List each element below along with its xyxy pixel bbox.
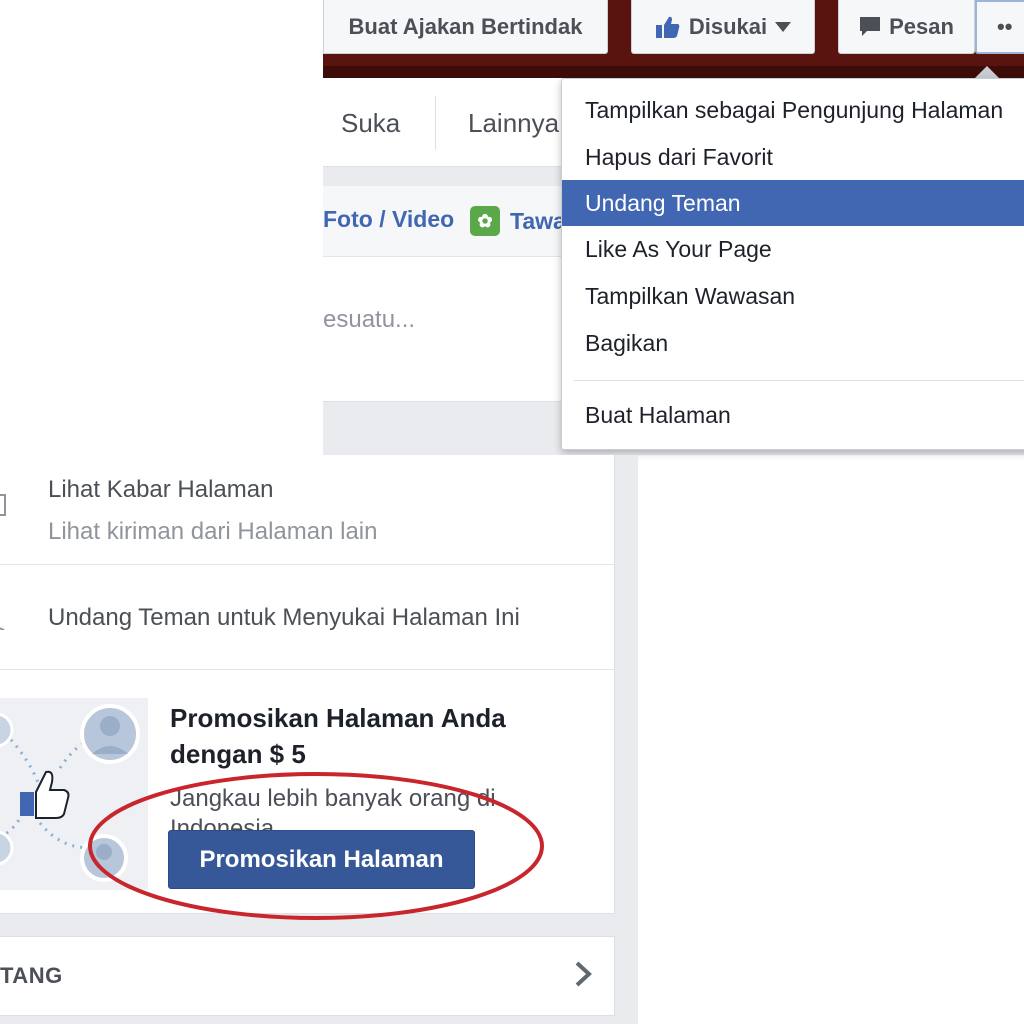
promote-page-button[interactable]: Promosikan Halaman [168,830,475,889]
chevron-right-icon [575,961,592,987]
message-button[interactable]: Pesan [838,0,975,54]
menu-item-create-page[interactable]: Buat Halaman [562,392,1024,438]
promote-page-label: Promosikan Halaman [199,845,444,873]
more-options-button[interactable]: •• [975,0,1024,54]
tab-divider [435,96,436,150]
menu-item-remove-favorite[interactable]: Hapus dari Favorit [562,134,1024,180]
promo-illustration [0,698,148,890]
page-feed-link[interactable]: Lihat Kabar Halaman [48,476,273,504]
menu-item-view-insights[interactable]: Tampilkan Wawasan [562,273,1024,319]
thumbs-up-icon [655,16,680,38]
about-card[interactable]: TANG [0,936,615,1016]
menu-item-view-as-visitor[interactable]: Tampilkan sebagai Pengunjung Halaman [562,87,1024,133]
call-to-action-label: Buat Ajakan Bertindak [348,13,583,39]
call-to-action-button[interactable]: Buat Ajakan Bertindak [323,0,608,54]
page-actions-card: Lihat Kabar Halaman Lihat kiriman dari H… [0,455,615,914]
liked-label: Disukai [688,13,768,39]
menu-divider [574,380,1024,381]
menu-item-like-as-page[interactable]: Like As Your Page [562,226,1024,272]
tab-likes[interactable]: Suka [341,108,400,139]
sidebar-crop: Lihat Kabar Halaman Lihat kiriman dari H… [0,455,638,1024]
invite-friends-link[interactable]: Undang Teman untuk Menyukai Halaman Ini [48,604,520,632]
row-divider [0,669,614,670]
row-divider [0,564,614,565]
offer-gear-icon: ✿ [470,206,500,236]
ellipsis-icon: •• [997,14,1013,39]
promo-description: Jangkau lebih banyak orang di Indonesia [170,785,496,832]
offer-label: Tawa [510,207,566,234]
promo-title: Promosikan Halaman Anda dengan $ 5 [170,703,506,769]
more-options-menu: Tampilkan sebagai Pengunjung Halaman Hap… [561,78,1024,450]
liked-button[interactable]: Disukai [631,0,815,54]
network-thumbs-up-icon [0,704,140,882]
offer-option[interactable]: ✿ Tawa [470,206,566,236]
composer-input[interactable]: esuatu... [323,306,415,334]
menu-item-invite-friends[interactable]: Undang Teman [562,180,1024,226]
menu-caret [975,66,999,78]
invite-person-icon [0,627,5,630]
tab-more[interactable]: Lainnya [468,108,559,139]
photo-video-option[interactable]: Foto / Video [323,206,454,233]
message-label: Pesan [889,13,954,39]
feed-icon [0,494,6,516]
about-section-label: TANG [0,963,63,988]
page-feed-subtitle: Lihat kiriman dari Halaman lain [48,518,378,545]
caret-down-icon [775,21,792,32]
chat-bubble-icon [860,16,881,36]
menu-item-share[interactable]: Bagikan [562,320,1024,366]
